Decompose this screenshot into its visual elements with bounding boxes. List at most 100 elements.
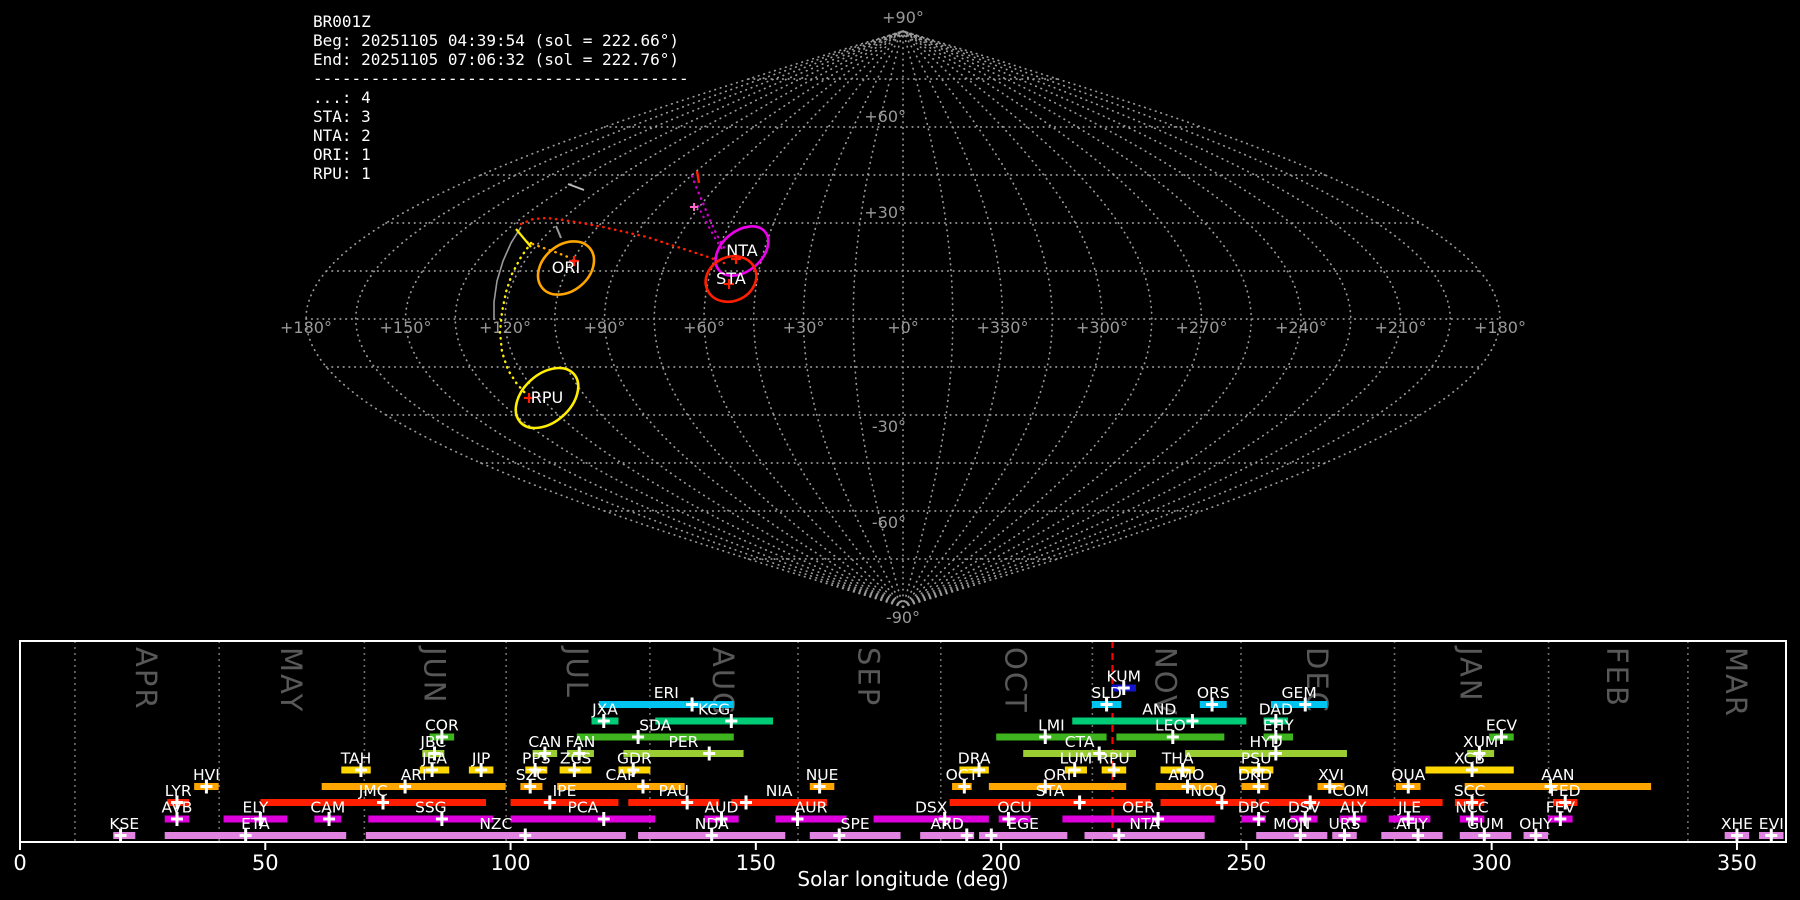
radiant-label-RPU: RPU [531, 388, 563, 407]
shower-label-ERI: ERI [654, 684, 679, 702]
x-axis-title: Solar longitude (deg) [797, 867, 1008, 891]
shower-label-OER: OER [1122, 799, 1155, 817]
map-longitude-label: +210° [1375, 318, 1427, 337]
shower-label-STA: STA [1036, 782, 1065, 800]
shower-label-XCB: XCB [1454, 750, 1485, 768]
shower-label-JEA: JEA [421, 750, 447, 768]
map-longitude-label: +90° [584, 318, 626, 337]
radiant-label-STA: STA [716, 269, 746, 288]
map-longitude-label: +60° [683, 318, 725, 337]
month-label-OCT: OCT [999, 647, 1033, 714]
map-longitude-label: +180° [280, 318, 332, 337]
map-longitude-label: +30° [783, 318, 825, 337]
meteor-session-report: BR001Z Beg: 20251105 04:39:54 (sol = 222… [0, 0, 1800, 900]
shower-label-EHY: EHY [1263, 717, 1294, 735]
map-longitude-label: +150° [380, 318, 432, 337]
shower-label-KCG: KCG [698, 701, 730, 719]
shower-label-CTA: CTA [1065, 733, 1095, 751]
month-label-JUL: JUL [560, 645, 594, 699]
shower-label-NTA: NTA [1129, 815, 1160, 833]
sporadic-arc [493, 226, 522, 320]
map-longitude-label: +270° [1176, 318, 1228, 337]
shower-bar-MON [1256, 832, 1328, 839]
shower-label-TAH: TAH [340, 750, 372, 768]
map-longitude-label: +180° [1474, 318, 1526, 337]
month-label-JAN: JAN [1454, 645, 1488, 703]
nta-trail-b [696, 204, 724, 251]
shower-label-SCC: SCC [1454, 782, 1485, 800]
sporadic-streak-1 [567, 183, 585, 191]
shower-label-HYD: HYD [1249, 733, 1282, 751]
shower-label-SPE: SPE [841, 815, 870, 833]
month-label-APR: APR [129, 647, 163, 710]
shower-label-AHY: AHY [1396, 815, 1428, 833]
shower-label-LMI: LMI [1038, 717, 1065, 735]
shower-bar-ARI [321, 783, 506, 790]
month-label-JUN: JUN [417, 645, 451, 704]
map-latitude-label: +30° [864, 203, 906, 222]
radiant-label-ORI: ORI [552, 258, 580, 277]
map-latitude-label: +60° [864, 107, 906, 126]
sporadic-streak-2 [555, 225, 562, 239]
shower-bar-AHY [1381, 832, 1443, 839]
yellow-segment [515, 228, 532, 248]
shower-label-THA: THA [1161, 750, 1194, 768]
shower-label-PER: PER [669, 733, 699, 751]
shower-label-PSU: PSU [1241, 750, 1272, 768]
x-tick-label: 150 [736, 851, 776, 875]
shower-bar-KCG [655, 717, 774, 725]
shower-label-DKD: DKD [1238, 766, 1272, 784]
shower-label-ELY: ELY [243, 799, 269, 817]
shower-label-KSE: KSE [109, 815, 139, 833]
shower-bar-SSG [368, 815, 494, 823]
month-label-SEP: SEP [851, 647, 885, 707]
shower-label-GEM: GEM [1282, 684, 1317, 702]
shower-label-PAU: PAU [659, 782, 689, 800]
map-latitude-label: +90° [882, 8, 924, 27]
shower-bar-AUR [775, 815, 847, 823]
shower-label-NIA: NIA [766, 782, 793, 800]
shower-label-OCU: OCU [997, 799, 1031, 817]
shower-bar-ETA [164, 832, 347, 839]
x-tick-label: 350 [1717, 851, 1757, 875]
shower-label-CAP: CAP [606, 766, 637, 784]
shower-label-NUE: NUE [806, 766, 839, 784]
map-latitude-label: -30° [872, 417, 906, 436]
shower-label-DPC: DPC [1238, 799, 1270, 817]
shower-bar-JMC [260, 799, 487, 806]
shower-label-IPE: IPE [553, 782, 577, 800]
shower-bar-PCA [510, 815, 656, 823]
map-longitude-label: +330° [977, 318, 1029, 337]
x-tick-label: 100 [491, 851, 531, 875]
x-tick-label: 300 [1472, 851, 1512, 875]
shower-label-ARD: ARD [930, 815, 963, 833]
shower-bar-NTA [1084, 832, 1205, 839]
x-tick-label: 0 [13, 851, 26, 875]
shower-bar-SPE [809, 832, 901, 839]
red-top-dash [695, 170, 701, 184]
shower-label-DSX: DSX [915, 799, 948, 817]
x-tick-label: 250 [1226, 851, 1266, 875]
shower-label-NZC: NZC [479, 815, 512, 833]
shower-label-OCT: OCT [946, 766, 979, 784]
month-label-MAR: MAR [1719, 647, 1753, 718]
plot-canvas: +180° +150° +120° +90° +60° +30° +0° +330° +300°… [13, 8, 1787, 891]
shower-label-SDA: SDA [639, 717, 672, 735]
map-longitude-label: +120° [479, 318, 531, 337]
shower-label-DRA: DRA [958, 750, 991, 768]
shower-label-COM: COM [1332, 782, 1368, 800]
map-longitude-label: +240° [1275, 318, 1327, 337]
shower-bar-SDA [576, 733, 734, 741]
shower-label-JBC: JBC [419, 733, 446, 751]
map-longitude-label: +300° [1076, 318, 1128, 337]
x-tick-label: 50 [252, 851, 279, 875]
shower-bar-STA [949, 799, 1151, 806]
map-latitude-label: -90° [886, 608, 920, 627]
shower-bar-IPE [510, 799, 619, 806]
month-label-FEB: FEB [1600, 647, 1634, 708]
shower-bar-NZC [365, 832, 626, 839]
map-latitude-label: -60° [872, 513, 906, 532]
shower-label-MON: MON [1273, 815, 1310, 833]
session-info-panel: BR001Z Beg: 20251105 04:39:54 (sol = 222… [313, 12, 689, 183]
month-label-MAY: MAY [274, 647, 308, 713]
